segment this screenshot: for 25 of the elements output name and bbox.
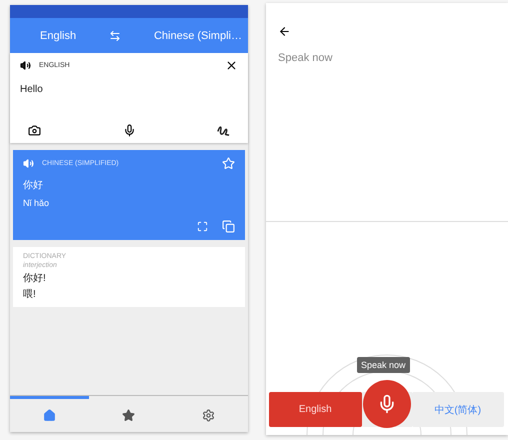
star-icon[interactable] (222, 157, 235, 170)
romanization-text: Nǐ hǎo (23, 198, 50, 208)
language-button[interactable]: English (269, 392, 362, 427)
translation-text: 你好 (23, 179, 44, 192)
star-icon (122, 409, 136, 422)
speaker-icon[interactable] (20, 60, 31, 71)
settings-icon (202, 409, 215, 422)
language-button[interactable]: 中文(简体) (412, 392, 504, 427)
speak-now-tooltip: Speak now (357, 357, 410, 373)
swap-icon[interactable] (109, 30, 122, 42)
close-icon[interactable] (225, 59, 238, 72)
home-icon (43, 409, 56, 422)
handwriting-icon[interactable] (217, 124, 230, 137)
target-language[interactable]: Chinese (Simpli… (154, 30, 242, 42)
source-language[interactable]: English (40, 30, 76, 42)
fullscreen-icon[interactable] (197, 221, 208, 232)
copy-icon[interactable] (222, 220, 235, 233)
camera-icon[interactable] (28, 124, 41, 137)
microphone-button[interactable] (363, 380, 411, 428)
microphone-icon[interactable] (122, 124, 136, 137)
dictionary-entry: 你好! (23, 272, 47, 285)
dictionary-entry: 喂! (23, 288, 37, 301)
input-text[interactable]: Hello (20, 84, 238, 95)
back-icon[interactable] (278, 25, 291, 38)
speak-now-prompt: Speak now (278, 52, 334, 64)
